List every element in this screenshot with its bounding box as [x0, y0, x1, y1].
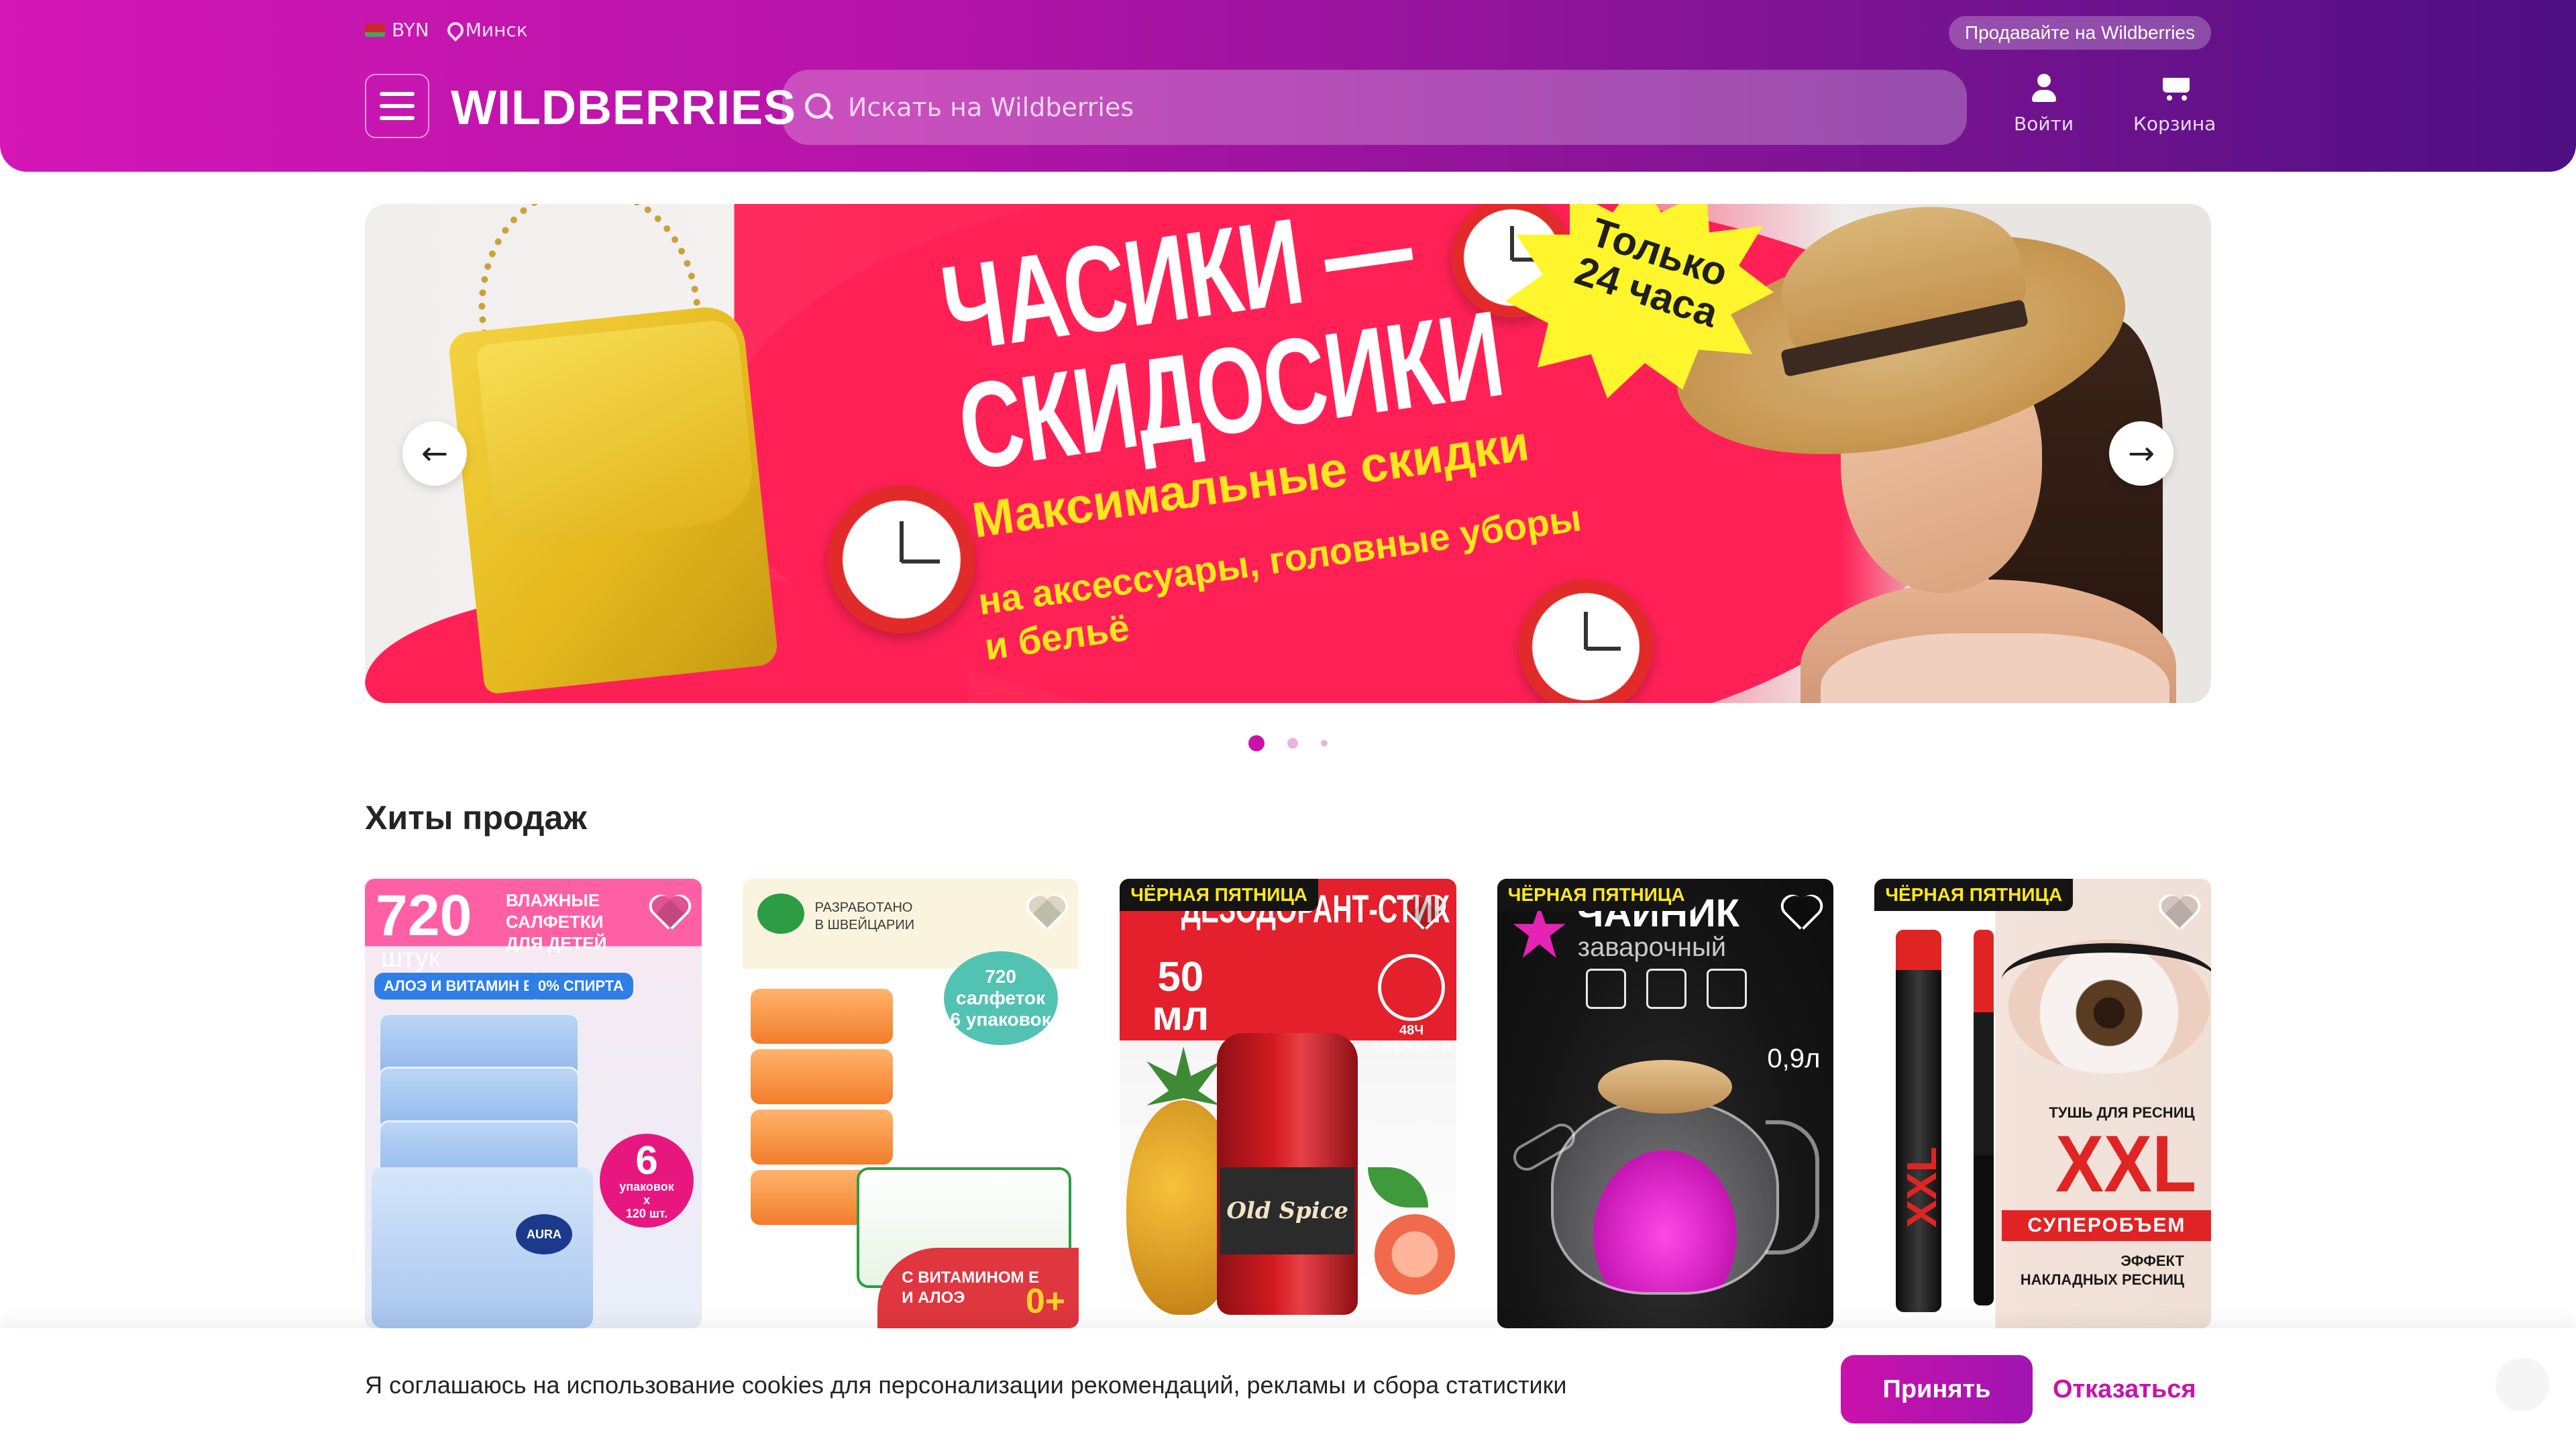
search-bar[interactable]	[782, 70, 1967, 145]
wipes-pack-image	[747, 986, 896, 1046]
product-freshness-text: 48Ч СВЕЖЕСТИ	[1375, 1023, 1452, 1054]
black-friday-badge: ЧЁРНАЯ ПЯТНИЦА	[1120, 879, 1318, 911]
login-button[interactable]: Войти	[2014, 74, 2074, 135]
menu-icon	[380, 92, 415, 96]
mascara-cap-image	[1896, 930, 1942, 970]
leaf-image	[1368, 1167, 1429, 1208]
banner-prev-button[interactable]: ←	[402, 421, 467, 486]
product-count-badge: 720 салфеток 6 упаковок	[943, 951, 1058, 1045]
banner-next-button[interactable]: →	[2109, 421, 2174, 486]
product-effect-text: ЭФФЕКТ НАКЛАДНЫХ РЕСНИЦ	[2020, 1252, 2184, 1288]
product-card-wet-wipes-aura[interactable]: 720 ВЛАЖНЫЕ САЛФЕТКИ ДЛЯ ДЕТЕЙ штук АЛОЭ…	[365, 879, 702, 1328]
chat-help-button[interactable]	[2496, 1358, 2549, 1411]
cookie-consent-bar: Я соглашаюсь на использование cookies дл…	[0, 1328, 2576, 1449]
location-pin-icon	[447, 22, 459, 38]
product-origin-text: РАЗРАБОТАНО В ШВЕЙЦАРИИ	[814, 900, 915, 932]
age-badge: 0+	[1025, 1282, 1066, 1321]
product-volume: 0,9л	[1767, 1044, 1821, 1073]
product-card-deodorant[interactable]: ДЕЗОДОРАНТ-СТИК 50 мл 48Ч СВЕЖЕСТИ Old S…	[1120, 879, 1456, 1328]
product-promo-title: XXL	[2055, 1119, 2197, 1209]
brand-label: Old Spice	[1220, 1167, 1355, 1254]
pagination-dot-3[interactable]	[1321, 740, 1328, 747]
pack-count-text: упаковок х 120 шт.	[619, 1180, 674, 1220]
section-title-hits: Хиты продаж	[365, 799, 587, 837]
search-icon[interactable]	[805, 93, 833, 121]
product-promo-number: 720	[376, 883, 472, 948]
product-card-wet-wipes-green[interactable]: РАЗРАБОТАНО В ШВЕЙЦАРИИ 720 салфеток 6 у…	[742, 879, 1079, 1328]
black-friday-badge: ЧЁРНАЯ ПЯТНИЦА	[1874, 879, 2074, 911]
brand-flower-icon	[1513, 906, 1566, 958]
logo[interactable]: WILDBERRIES	[451, 78, 796, 138]
accept-cookies-button[interactable]: Принять	[1841, 1355, 2033, 1424]
product-feature-band: СУПЕРОБЪЕМ	[2002, 1210, 2211, 1241]
stove-icon	[1646, 969, 1686, 1009]
top-bar: BYN Минск	[365, 19, 528, 41]
promo-banner[interactable]: Только 24 часа ЧАСИКИ — СКИДОСИКИ Максим…	[365, 204, 2211, 703]
product-card-mascara[interactable]: XXL ТУШЬ ДЛЯ РЕСНИЦ XXL СУПЕРОБЪЕМ ЭФФЕК…	[1874, 879, 2211, 1328]
black-friday-badge: ЧЁРНАЯ ПЯТНИЦА	[1497, 879, 1696, 911]
menu-icon-line	[380, 104, 415, 108]
favorite-heart-icon[interactable]	[1025, 894, 1067, 931]
sparkle-icon	[1706, 969, 1747, 1009]
pack-count-number: 6	[635, 1138, 658, 1183]
banner-pagination	[0, 735, 2576, 751]
sell-on-wildberries-link[interactable]: Продавайте на Wildberries	[1948, 16, 2211, 50]
favorite-heart-icon[interactable]	[1403, 894, 1444, 931]
favorite-heart-icon[interactable]	[648, 894, 690, 931]
yellow-bag-flap-image	[476, 318, 757, 546]
alarm-clock-icon	[1519, 580, 1653, 703]
product-promo-subtitle: заварочный	[1577, 932, 1727, 962]
favorite-heart-icon[interactable]	[1780, 894, 1821, 931]
mascara-tube-image	[1896, 930, 1942, 1312]
alarm-clock-icon	[828, 486, 975, 633]
decline-cookies-button[interactable]: Отказаться	[2053, 1355, 2196, 1424]
currency-selector[interactable]: BYN	[365, 19, 429, 41]
site-header: BYN Минск Продавайте на Wildberries WILD…	[0, 0, 2576, 172]
menu-icon-line	[380, 116, 415, 120]
cart-icon	[2157, 74, 2192, 102]
favorite-heart-icon[interactable]	[2157, 894, 2199, 931]
product-feature-pill: 0% СПИРТА	[529, 973, 633, 1000]
product-list: 720 ВЛАЖНЫЕ САЛФЕТКИ ДЛЯ ДЕТЕЙ штук АЛОЭ…	[365, 879, 2211, 1335]
user-icon	[2031, 74, 2057, 102]
thermometer-icon	[1585, 969, 1626, 1009]
brand-leaf-logo-icon	[757, 894, 804, 934]
mascara-tube-text: XXL	[1899, 1146, 1946, 1228]
pagination-dot-1[interactable]	[1248, 735, 1265, 751]
cart-label: Корзина	[2133, 113, 2216, 135]
mascara-brush-image	[1974, 930, 1994, 1305]
pack-count-badge: 6 упаковок х 120 шт.	[600, 1134, 694, 1228]
product-feature-pill: АЛОЭ И ВИТАМИН Е	[374, 973, 543, 1000]
menu-button[interactable]	[365, 74, 429, 138]
cookie-consent-text: Я соглашаюсь на использование cookies дл…	[365, 1371, 1567, 1399]
brand-logo: AURA	[516, 1214, 572, 1254]
pagination-dot-2[interactable]	[1287, 738, 1298, 749]
search-input[interactable]	[848, 93, 1921, 122]
flag-icon	[365, 23, 385, 37]
city-selector[interactable]: Минск	[447, 19, 528, 41]
glass-teapot-image	[1550, 1100, 1779, 1295]
product-promo-headline: ВЛАЖНЫЕ САЛФЕТКИ ДЛЯ ДЕТЕЙ	[506, 890, 607, 953]
grapefruit-image	[1375, 1214, 1456, 1295]
bamboo-lid-image	[1597, 1060, 1732, 1114]
clock-icon	[1378, 954, 1446, 1021]
cart-button[interactable]: Корзина	[2133, 74, 2216, 135]
login-label: Войти	[2014, 113, 2074, 135]
wipes-pack-image	[747, 1046, 896, 1107]
product-card-teapot[interactable]: ЧАЙНИК заварочный 0,9л ЧЁРНАЯ ПЯТНИЦА	[1497, 879, 1834, 1328]
wipes-pack-image	[747, 1107, 896, 1167]
currency-label: BYN	[392, 19, 429, 41]
product-promo-unit: штук	[381, 943, 441, 973]
product-volume: 50 мл	[1152, 954, 1210, 1039]
eyelash-image	[2002, 943, 2211, 1017]
city-label: Минск	[465, 19, 528, 41]
